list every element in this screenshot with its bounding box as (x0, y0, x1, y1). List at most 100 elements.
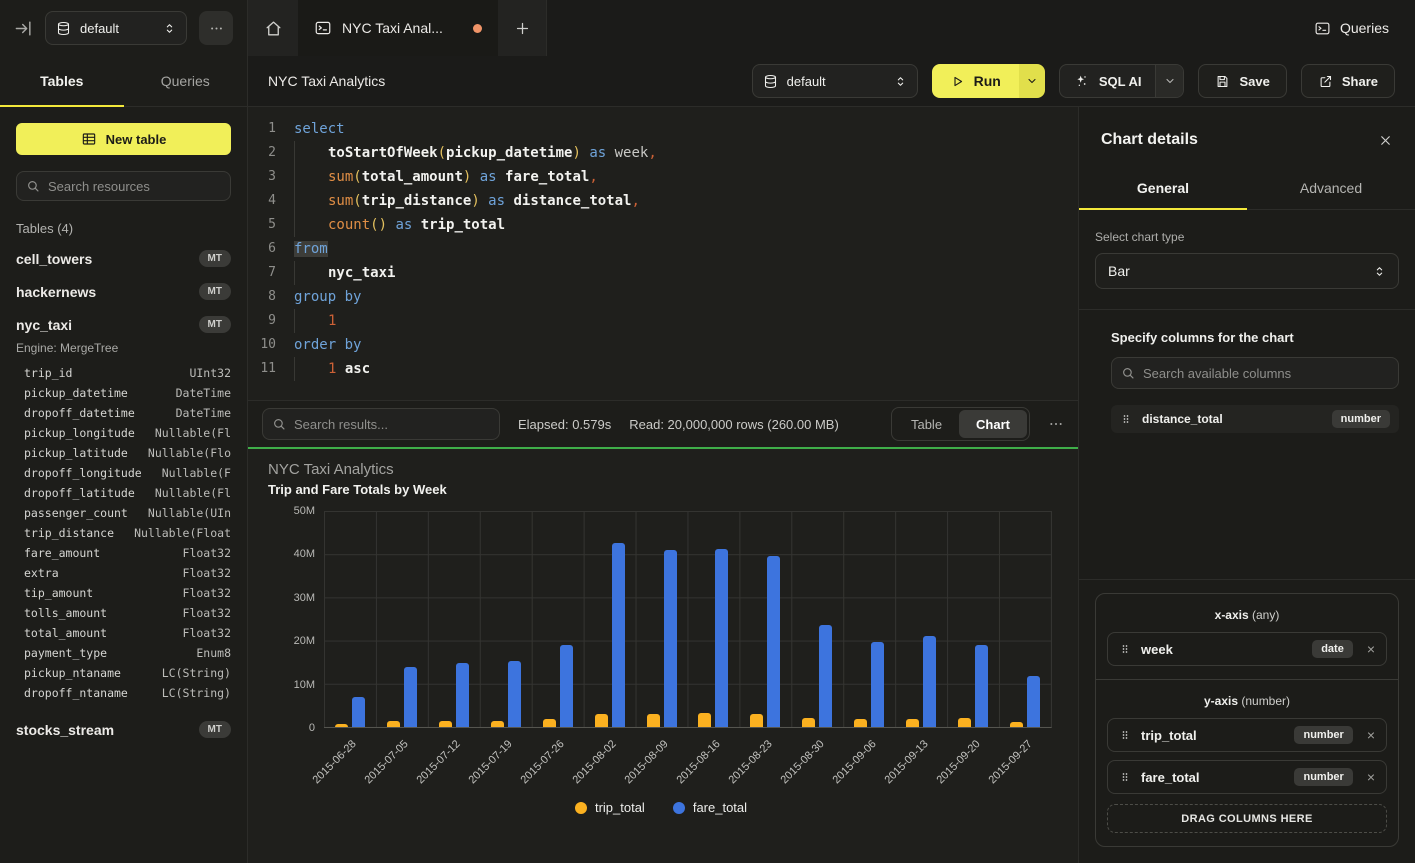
column-row[interactable]: passenger_countNullable(UIn (0, 503, 247, 523)
column-row[interactable]: dropoff_longitudeNullable(F (0, 463, 247, 483)
resources-search-input[interactable] (48, 179, 221, 194)
column-row[interactable]: extraFloat32 (0, 563, 247, 583)
column-row[interactable]: total_amountFloat32 (0, 623, 247, 643)
table-row[interactable]: stocks_streamMT (0, 713, 247, 746)
close-icon[interactable] (1378, 133, 1393, 148)
x-axis-label: 2015-09-13 (882, 738, 930, 786)
column-type: Float32 (183, 586, 231, 600)
code-line[interactable]: 8group by (248, 285, 1078, 309)
line-number: 8 (248, 285, 276, 309)
results-more-button[interactable] (1048, 416, 1064, 432)
column-row[interactable]: dropoff_datetimeDateTime (0, 403, 247, 423)
column-name: extra (24, 566, 59, 580)
sql-ai-button[interactable]: SQL AI (1059, 64, 1185, 98)
search-icon (272, 417, 286, 431)
tab-nyc-taxi-analytics[interactable]: NYC Taxi Anal... (298, 0, 498, 56)
column-row[interactable]: dropoff_latitudeNullable(Fl (0, 483, 247, 503)
results-search[interactable] (262, 408, 500, 440)
x-axis-label: 2015-08-16 (674, 738, 722, 786)
column-row[interactable]: dropoff_ntanameLC(String) (0, 683, 247, 703)
axis-column-chip[interactable]: trip_totalnumber× (1107, 718, 1387, 752)
code-line[interactable]: 6from (248, 237, 1078, 261)
database-selector[interactable]: default (45, 11, 187, 45)
columns-search[interactable] (1111, 357, 1399, 389)
drag-handle-icon[interactable] (1119, 728, 1131, 742)
code-lines: 1select2toStartOfWeek(pickup_datetime) a… (248, 117, 1078, 381)
legend-item[interactable]: trip_total (575, 800, 645, 815)
sidebar-tab-tables[interactable]: Tables (0, 56, 124, 106)
available-column-row[interactable]: distance_totalnumber (1111, 405, 1399, 433)
column-row[interactable]: pickup_datetimeDateTime (0, 383, 247, 403)
plot-area[interactable]: 50M40M30M20M10M0 (324, 511, 1052, 728)
column-row[interactable]: tip_amountFloat32 (0, 583, 247, 603)
column-row[interactable]: pickup_latitudeNullable(Flo (0, 443, 247, 463)
code-line[interactable]: 5count() as trip_total (248, 213, 1078, 237)
tab-title: NYC Taxi Anal... (342, 20, 463, 36)
code-line[interactable]: 1select (248, 117, 1078, 141)
code-line[interactable]: 7nyc_taxi (248, 261, 1078, 285)
queries-button[interactable]: Queries (1314, 20, 1389, 37)
home-button[interactable] (248, 0, 298, 56)
remove-icon[interactable]: × (1363, 641, 1375, 657)
table-row[interactable]: nyc_taxiMT (0, 308, 247, 341)
engine-label: Engine: MergeTree (0, 341, 247, 359)
code-line[interactable]: 4sum(trip_distance) as distance_total, (248, 189, 1078, 213)
column-row[interactable]: trip_idUInt32 (0, 363, 247, 383)
code-line[interactable]: 91 (248, 309, 1078, 333)
drag-handle-icon[interactable] (1120, 412, 1132, 426)
column-row[interactable]: pickup_longitudeNullable(Fl (0, 423, 247, 443)
column-type: Float32 (183, 626, 231, 640)
drag-handle-icon[interactable] (1119, 642, 1131, 656)
table-row[interactable]: cell_towersMT (0, 242, 247, 275)
panel-body: Select chart type Bar Specify columns fo… (1079, 210, 1415, 863)
view-toggle-chart[interactable]: Chart (959, 410, 1027, 438)
run-database-selector[interactable]: default (752, 64, 918, 98)
new-tab-button[interactable] (498, 0, 546, 56)
axis-column-chip[interactable]: fare_totalnumber× (1107, 760, 1387, 794)
sidebar-more-button[interactable] (199, 11, 233, 45)
tab-general[interactable]: General (1079, 169, 1247, 209)
drag-handle-icon[interactable] (1119, 770, 1131, 784)
column-row[interactable]: fare_amountFloat32 (0, 543, 247, 563)
new-table-button[interactable]: New table (16, 123, 231, 155)
view-toggle-table[interactable]: Table (894, 410, 959, 438)
chart-bar (1027, 676, 1040, 727)
line-number: 2 (248, 141, 276, 165)
column-row[interactable]: pickup_ntanameLC(String) (0, 663, 247, 683)
unsaved-dot-icon (473, 24, 482, 33)
axis-column-name: trip_total (1141, 728, 1284, 743)
code-line[interactable]: 3sum(total_amount) as fare_total, (248, 165, 1078, 189)
chart-bar (456, 663, 469, 727)
sql-editor[interactable]: 1select2toStartOfWeek(pickup_datetime) a… (248, 107, 1078, 400)
table-row[interactable]: hackernewsMT (0, 275, 247, 308)
run-options-button[interactable] (1019, 64, 1045, 98)
code-line[interactable]: 111 asc (248, 357, 1078, 381)
collapse-sidebar-icon[interactable] (14, 19, 33, 38)
x-axis-label: 2015-08-30 (778, 738, 826, 786)
remove-icon[interactable]: × (1363, 727, 1375, 743)
chart-type-select[interactable]: Bar (1095, 253, 1399, 289)
remove-icon[interactable]: × (1363, 769, 1375, 785)
chart-bar (698, 713, 711, 727)
results-search-input[interactable] (294, 417, 490, 432)
sidebar-tab-queries[interactable]: Queries (124, 56, 248, 106)
resources-search[interactable] (16, 171, 231, 201)
axis-column-name: fare_total (1141, 770, 1284, 785)
column-row[interactable]: payment_typeEnum8 (0, 643, 247, 663)
column-row[interactable]: trip_distanceNullable(Float (0, 523, 247, 543)
columns-search-input[interactable] (1143, 366, 1389, 381)
save-button[interactable]: Save (1198, 64, 1286, 98)
tab-advanced[interactable]: Advanced (1247, 169, 1415, 209)
chart-bar (612, 543, 625, 727)
column-row[interactable]: tolls_amountFloat32 (0, 603, 247, 623)
axis-column-chip[interactable]: weekdate× (1107, 632, 1387, 666)
table-grid-icon (81, 131, 97, 147)
sql-ai-options-button[interactable] (1155, 65, 1183, 97)
ellipsis-icon (209, 21, 224, 36)
run-button[interactable]: Run (932, 64, 1045, 98)
drop-zone[interactable]: DRAG COLUMNS HERE (1107, 804, 1387, 833)
code-line[interactable]: 10order by (248, 333, 1078, 357)
code-line[interactable]: 2toStartOfWeek(pickup_datetime) as week, (248, 141, 1078, 165)
share-button[interactable]: Share (1301, 64, 1395, 98)
legend-item[interactable]: fare_total (673, 800, 747, 815)
